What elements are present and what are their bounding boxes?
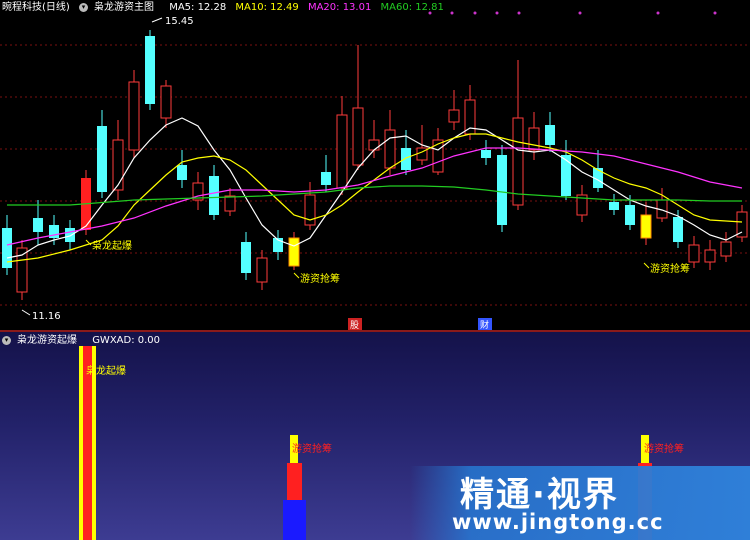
candle-body xyxy=(481,150,491,158)
candle-body xyxy=(688,244,700,263)
candle-body xyxy=(224,195,236,212)
signal-bar-3-label: 游资抢筹 xyxy=(644,442,684,455)
high-price-label: 15.45 xyxy=(165,16,194,27)
candle-body xyxy=(321,172,331,185)
candle-body xyxy=(432,139,444,173)
signal-bar-1-left xyxy=(79,346,83,540)
candle-body xyxy=(256,257,268,283)
candle-body xyxy=(528,127,540,151)
signal-bar-2-mid xyxy=(287,463,302,500)
marker-label-3: 游资抢筹 xyxy=(650,262,690,275)
signal-bar-1-label: 枭龙起爆 xyxy=(86,364,126,377)
marker-label-2: 游资抢筹 xyxy=(300,272,340,285)
signal-candle xyxy=(640,214,652,239)
candle-body xyxy=(65,228,75,242)
candle-body xyxy=(336,114,348,189)
candle-body xyxy=(160,85,172,119)
candle-body xyxy=(720,241,732,257)
watermark-title: 精通·视界 xyxy=(460,475,619,515)
signal-bar-2-label: 游资抢筹 xyxy=(292,442,332,455)
candle-body xyxy=(112,139,124,191)
candle-body xyxy=(384,129,396,169)
signal-candle xyxy=(288,237,300,267)
candle-body xyxy=(128,81,140,151)
candle-body xyxy=(704,249,716,263)
candle-body xyxy=(448,109,460,123)
candle-body xyxy=(97,126,107,192)
candle-body xyxy=(512,117,524,206)
candle-body xyxy=(625,205,635,225)
signal-dots xyxy=(428,11,717,15)
candle-body xyxy=(673,217,683,242)
candle-body xyxy=(497,155,507,225)
candle-body xyxy=(609,202,619,210)
candles xyxy=(2,30,748,300)
candle-body xyxy=(209,176,219,215)
signal-bar-2-base xyxy=(283,500,306,540)
candle-body xyxy=(33,218,43,232)
candle-body xyxy=(368,139,380,151)
candle-body xyxy=(401,148,411,170)
candle-body xyxy=(561,155,571,196)
main-chart-panel[interactable]: 晼程科技(日线) ▾ 枭龙游资主图 MA5: 12.28 MA10: 12.49 … xyxy=(0,0,750,330)
candlestick-chart: 15.45 11.16 枭龙起爆 游资抢筹 游资抢筹 股 财 xyxy=(0,11,750,330)
low-price-label: 11.16 xyxy=(32,311,61,322)
event-tag-1-text: 股 xyxy=(350,320,359,330)
event-tag-2-text: 财 xyxy=(480,319,489,330)
candle-body xyxy=(241,242,251,273)
candle-body xyxy=(177,165,187,180)
candle-body xyxy=(352,107,364,166)
watermark-url: www.jingtong.cc xyxy=(452,510,664,534)
marker-label-1: 枭龙起爆 xyxy=(92,239,132,252)
candle-body xyxy=(145,36,155,104)
candle-body xyxy=(545,125,555,145)
